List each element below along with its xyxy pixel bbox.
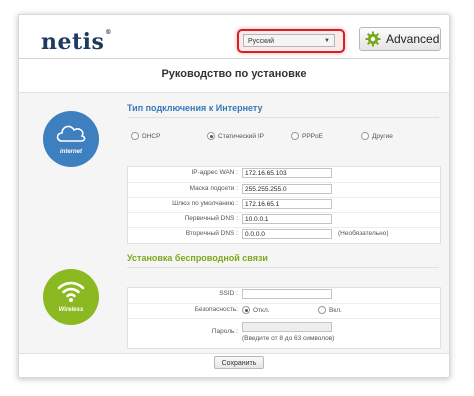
- primary-dns-row: Первичный DNS : 10.0.0.1: [128, 212, 440, 227]
- ssid-input[interactable]: [242, 289, 332, 299]
- radio-security-off[interactable]: Откл.: [242, 306, 270, 316]
- wireless-title-divider: [127, 267, 439, 268]
- internet-form: IP-адрес WAN : 172.16.65.103 Маска подсе…: [127, 166, 441, 244]
- subnet-mask-label: Маска подсети :: [189, 185, 238, 192]
- wan-ip-input[interactable]: 172.16.65.103: [242, 168, 332, 178]
- password-row: Пароль : (Введите от 8 до 63 символов): [128, 318, 440, 348]
- ssid-label: SSID :: [219, 290, 238, 297]
- radio-indicator: [242, 306, 250, 315]
- optional-hint: (Необязательно): [338, 230, 389, 237]
- wan-ip-row: IP-адрес WAN : 172.16.65.103: [128, 167, 440, 181]
- internet-title-divider: [127, 117, 439, 118]
- subnet-mask-row: Маска подсети : 255.255.255.0: [128, 182, 440, 197]
- radio-indicator: [291, 132, 299, 141]
- radio-indicator: [207, 132, 215, 141]
- save-button[interactable]: Сохранить: [214, 356, 264, 369]
- radio-indicator: [361, 132, 369, 141]
- advanced-button[interactable]: Advanced: [359, 27, 441, 51]
- page-title: Руководство по установке: [161, 68, 307, 80]
- language-select[interactable]: Русский ▼: [243, 34, 335, 47]
- security-row: Безопасность: Откл. Вкл.: [128, 303, 440, 318]
- password-label: Пароль :: [211, 328, 238, 335]
- password-input[interactable]: [242, 322, 332, 332]
- primary-dns-label: Первичный DNS :: [184, 215, 238, 222]
- radio-indicator: [318, 306, 326, 315]
- language-highlight: Русский ▼: [237, 29, 345, 53]
- radio-static-ip[interactable]: Статический IP: [207, 132, 264, 142]
- header-divider: [19, 58, 449, 59]
- gateway-row: Шлюз по умолчанию : 172.16.65.1: [128, 197, 440, 212]
- gateway-input[interactable]: 172.16.65.1: [242, 199, 332, 209]
- chevron-down-icon: ▼: [324, 38, 330, 44]
- setup-panel: netis® Русский ▼ Advanced Руководство по: [18, 14, 450, 378]
- password-hint: (Введите от 8 до 63 символов): [242, 335, 335, 342]
- secondary-dns-row: Вторичный DNS : 0.0.0.0 (Необязательно): [128, 227, 440, 242]
- language-value: Русский: [248, 38, 274, 45]
- gear-icon: [365, 31, 381, 47]
- internet-icon: internet: [43, 111, 99, 167]
- wireless-form: SSID : Безопасность: Откл. Вкл. Пароль :…: [127, 287, 441, 349]
- radio-dhcp[interactable]: DHCP: [131, 132, 160, 142]
- advanced-label: Advanced: [386, 32, 440, 46]
- radio-pppoe[interactable]: PPPoE: [291, 132, 323, 142]
- radio-other[interactable]: Другие: [361, 132, 393, 142]
- radio-indicator: [131, 132, 139, 141]
- subnet-mask-input[interactable]: 255.255.255.0: [242, 184, 332, 194]
- internet-section-title: Тип подключения к Интернету: [127, 103, 263, 113]
- wifi-icon-label: Wireless: [58, 307, 84, 313]
- wireless-section-title: Установка беспроводной связи: [127, 253, 268, 263]
- internet-icon-label: internet: [59, 149, 82, 155]
- secondary-dns-label: Вторичный DNS :: [185, 230, 238, 237]
- wan-ip-label: IP-адрес WAN :: [191, 169, 238, 176]
- security-label: Безопасность:: [194, 306, 238, 313]
- netis-logo: netis®: [41, 29, 112, 55]
- gateway-label: Шлюз по умолчанию :: [172, 200, 238, 207]
- ssid-row: SSID :: [128, 288, 440, 302]
- wifi-icon: Wireless: [43, 269, 99, 325]
- connection-type-group: DHCP Статический IP PPPoE Другие: [129, 132, 429, 144]
- primary-dns-input[interactable]: 10.0.0.1: [242, 214, 332, 224]
- radio-security-on[interactable]: Вкл.: [318, 306, 342, 316]
- secondary-dns-input[interactable]: 0.0.0.0: [242, 229, 332, 239]
